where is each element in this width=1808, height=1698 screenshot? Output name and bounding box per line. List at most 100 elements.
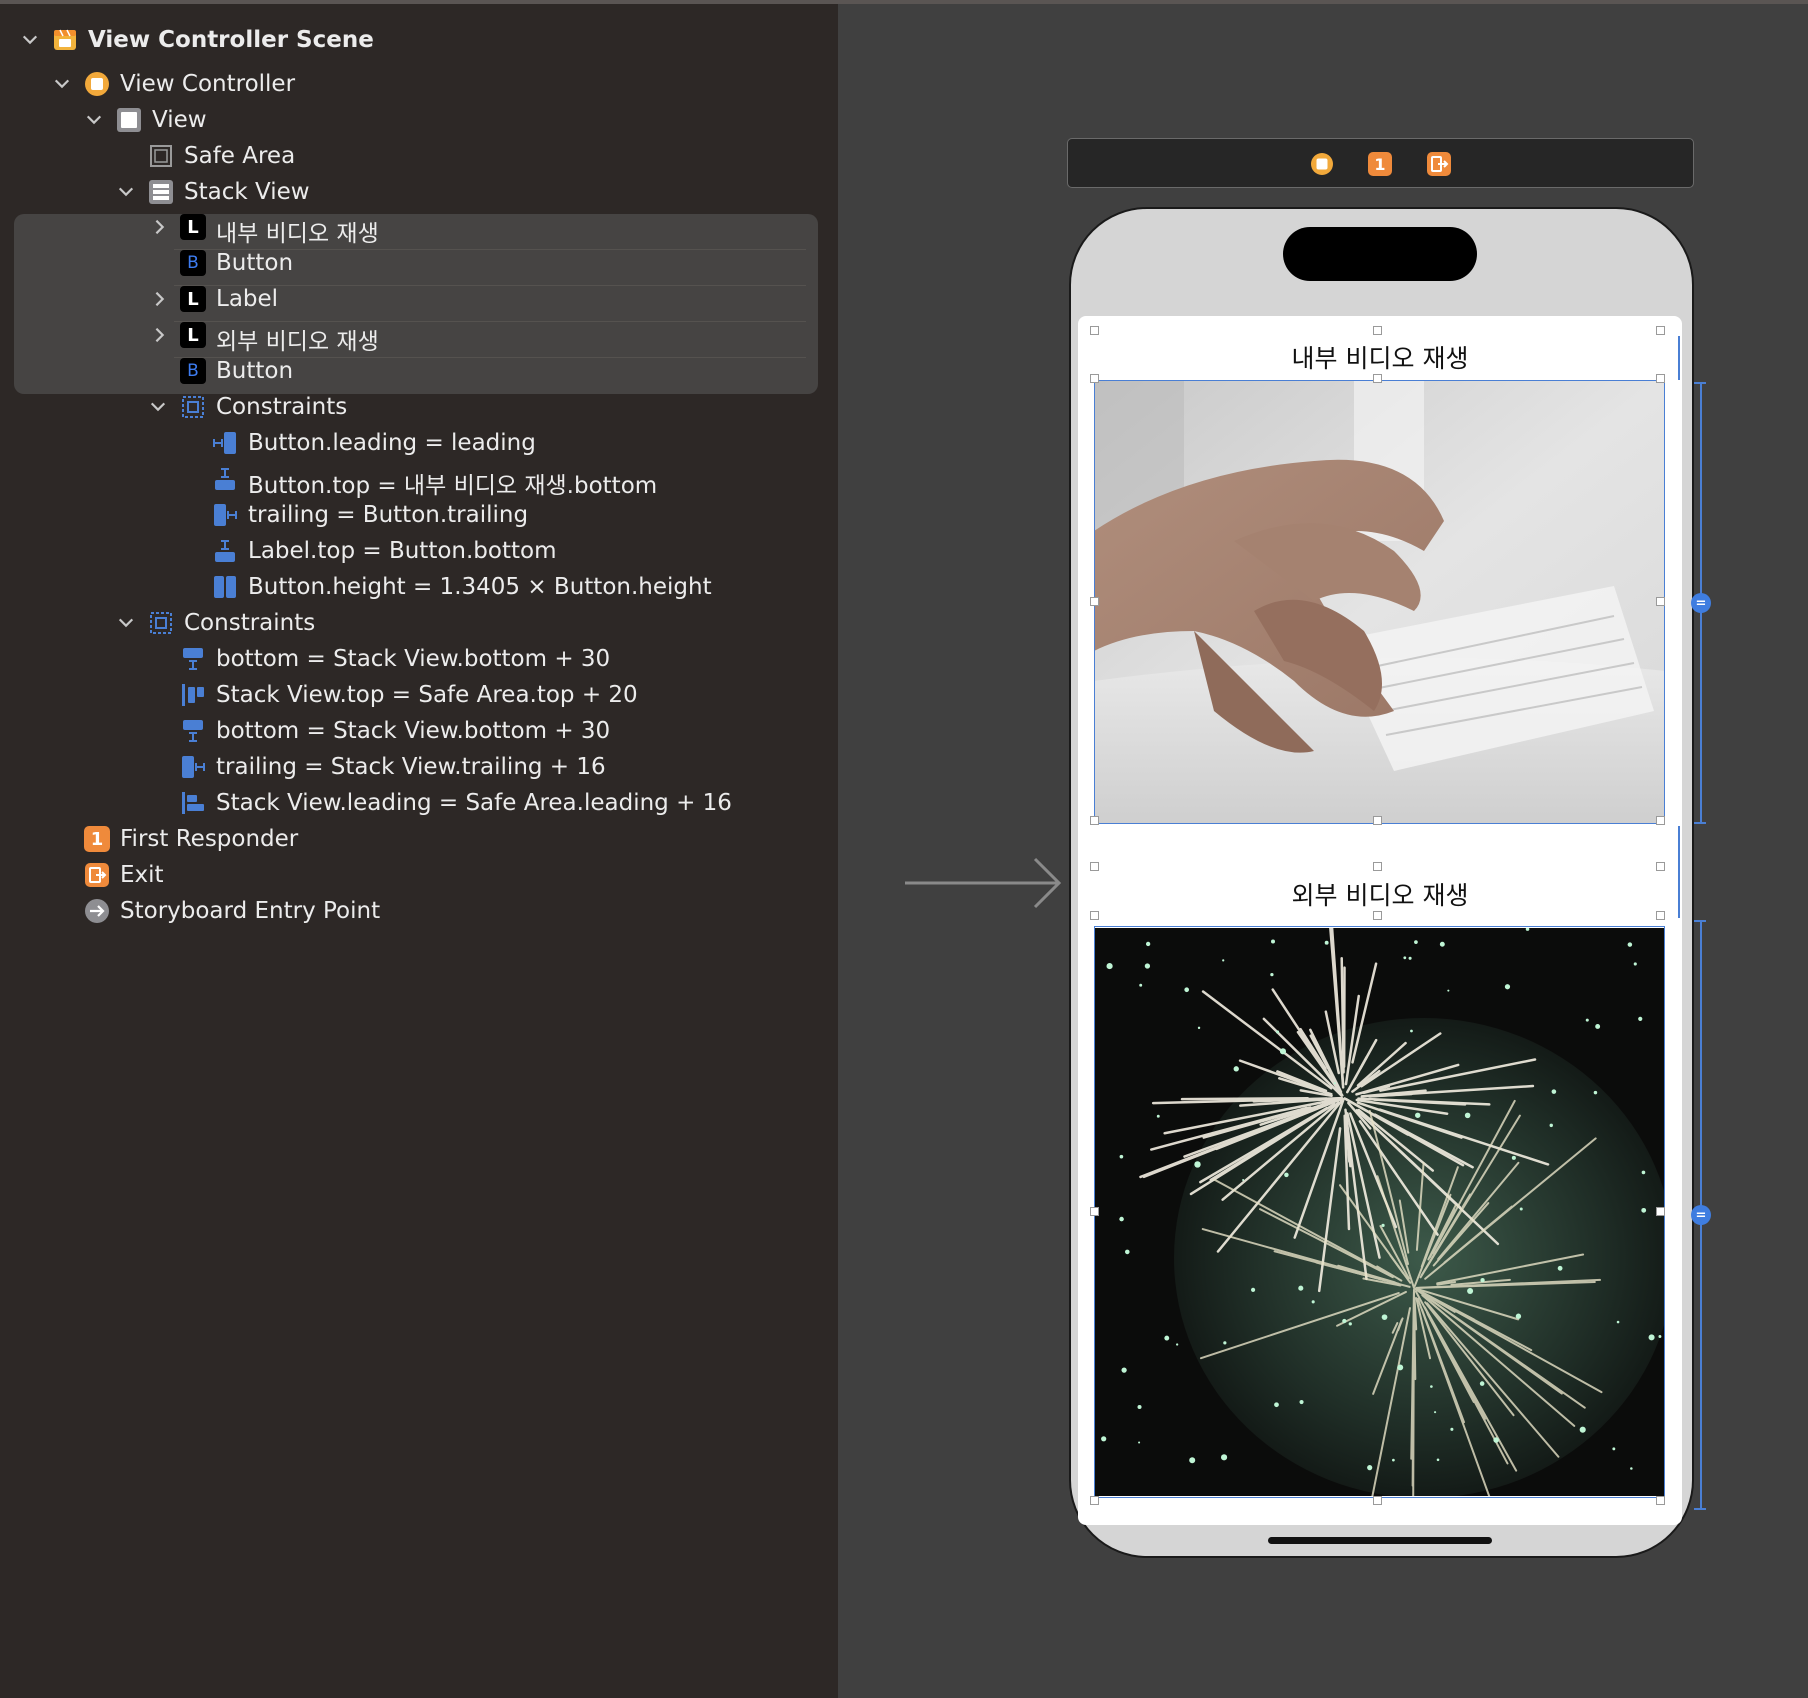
chevron-right-icon[interactable]: [150, 289, 170, 309]
child-label: Button: [216, 250, 294, 276]
constraints-label: Constraints: [184, 610, 316, 636]
top-constraint-icon: [212, 466, 238, 492]
constraint-label: Label.top = Button.bottom: [248, 538, 557, 564]
constraints-icon: [148, 610, 174, 636]
view-controller-icon[interactable]: [1310, 152, 1334, 176]
bottom-constraint-icon: [180, 646, 206, 672]
resize-handle[interactable]: [1090, 374, 1099, 383]
view-controller-label: View Controller: [120, 71, 296, 97]
label-icon: L: [180, 322, 206, 348]
top-safe-area-constraint-icon: [180, 682, 206, 708]
label-icon: L: [180, 286, 206, 312]
chevron-down-icon[interactable]: [116, 613, 136, 633]
resize-handle[interactable]: [1373, 911, 1382, 920]
selection-highlight: [14, 214, 818, 394]
resize-handle[interactable]: [1656, 911, 1665, 920]
resize-handle[interactable]: [1090, 1496, 1099, 1505]
spacing-constraint-line[interactable]: [1678, 826, 1680, 918]
resize-handle[interactable]: [1373, 374, 1382, 383]
resize-handle[interactable]: [1090, 911, 1099, 920]
constraint-label: Button.height = 1.3405 × Button.height: [248, 574, 712, 600]
button-icon: B: [180, 358, 206, 384]
resize-handle[interactable]: [1656, 326, 1665, 335]
stack-selection-outline: [1094, 380, 1665, 824]
trailing-constraint-icon: [212, 502, 238, 528]
resize-handle[interactable]: [1373, 1496, 1382, 1505]
first-responder-icon[interactable]: 1: [1368, 152, 1392, 176]
constraint-label: Stack View.leading = Safe Area.leading +…: [216, 790, 732, 816]
resize-handle[interactable]: [1090, 862, 1099, 871]
stack-view-icon: [148, 179, 174, 205]
chevron-down-icon[interactable]: [148, 397, 168, 417]
trailing-constraint-icon: [180, 754, 206, 780]
constraint-label: Stack View.top = Safe Area.top + 20: [216, 682, 638, 708]
constraint-cap: [1694, 382, 1706, 384]
child-label: Label: [216, 286, 279, 312]
exit-icon[interactable]: [1427, 152, 1451, 176]
resize-handle[interactable]: [1090, 326, 1099, 335]
constraint-label: Button.top = 내부 비디오 재생.bottom: [248, 473, 658, 499]
first-responder-label: First Responder: [120, 826, 299, 852]
chevron-down-icon[interactable]: [52, 74, 72, 94]
resize-handle[interactable]: [1656, 597, 1665, 606]
exit-label: Exit: [120, 862, 164, 888]
entry-point-arrow[interactable]: [905, 855, 1065, 911]
resize-handle[interactable]: [1373, 816, 1382, 825]
resize-handle[interactable]: [1656, 862, 1665, 871]
view-label: View: [152, 107, 207, 133]
view-controller-icon: [84, 71, 110, 97]
resize-handle[interactable]: [1373, 326, 1382, 335]
resize-handle[interactable]: [1090, 816, 1099, 825]
constraint-label: bottom = Stack View.bottom + 30: [216, 718, 611, 744]
external-video-label[interactable]: 외부 비디오 재생: [1095, 876, 1665, 912]
spacing-constraint-line[interactable]: [1678, 336, 1680, 380]
button-icon: B: [180, 250, 206, 276]
constraint-label: trailing = Button.trailing: [248, 502, 529, 528]
equal-height-marker[interactable]: =: [1691, 593, 1711, 613]
chevron-right-icon[interactable]: [150, 325, 170, 345]
safe-area-label: Safe Area: [184, 143, 296, 169]
scene-title: View Controller Scene: [88, 27, 374, 53]
bottom-constraint-icon: [180, 718, 206, 744]
child-label: 내부 비디오 재생: [216, 221, 379, 247]
constraint-label: bottom = Stack View.bottom + 30: [216, 646, 611, 672]
exit-icon: [84, 862, 110, 888]
child-label: Button: [216, 358, 294, 384]
constraints-icon: [180, 394, 206, 420]
constraint-cap: [1694, 1508, 1706, 1510]
resize-handle[interactable]: [1373, 862, 1382, 871]
stack-selection-outline: [1094, 926, 1665, 1498]
label-icon: L: [180, 214, 206, 240]
chevron-down-icon[interactable]: [20, 30, 40, 50]
chevron-down-icon[interactable]: [84, 110, 104, 130]
view-icon: [116, 107, 142, 133]
child-label: 외부 비디오 재생: [216, 329, 379, 355]
resize-handle[interactable]: [1656, 816, 1665, 825]
constraints-label: Constraints: [216, 394, 348, 420]
constraint-label: trailing = Stack View.trailing + 16: [216, 754, 606, 780]
home-indicator: [1268, 1537, 1492, 1544]
safe-area-icon: [148, 143, 174, 169]
resize-handle[interactable]: [1090, 597, 1099, 606]
first-responder-icon: 1: [84, 826, 110, 852]
constraint-cap: [1694, 822, 1706, 824]
equal-height-constraint-icon: [212, 574, 238, 600]
equal-height-marker[interactable]: =: [1691, 1205, 1711, 1225]
chevron-down-icon[interactable]: [116, 182, 136, 202]
entry-point-icon: [84, 898, 110, 924]
resize-handle[interactable]: [1090, 1207, 1099, 1216]
top-constraint-icon: [212, 538, 238, 564]
constraint-label: Button.leading = leading: [248, 430, 536, 456]
dynamic-island: [1283, 227, 1477, 281]
leading-constraint-icon: [212, 430, 238, 456]
constraint-cap: [1694, 920, 1706, 922]
internal-video-label[interactable]: 내부 비디오 재생: [1095, 339, 1665, 375]
resize-handle[interactable]: [1656, 1207, 1665, 1216]
entry-point-label: Storyboard Entry Point: [120, 898, 381, 924]
leading-safe-area-constraint-icon: [180, 790, 206, 816]
stack-view-label: Stack View: [184, 179, 310, 205]
resize-handle[interactable]: [1656, 374, 1665, 383]
scene-icon: [52, 27, 78, 53]
chevron-right-icon[interactable]: [150, 217, 170, 237]
resize-handle[interactable]: [1656, 1496, 1665, 1505]
